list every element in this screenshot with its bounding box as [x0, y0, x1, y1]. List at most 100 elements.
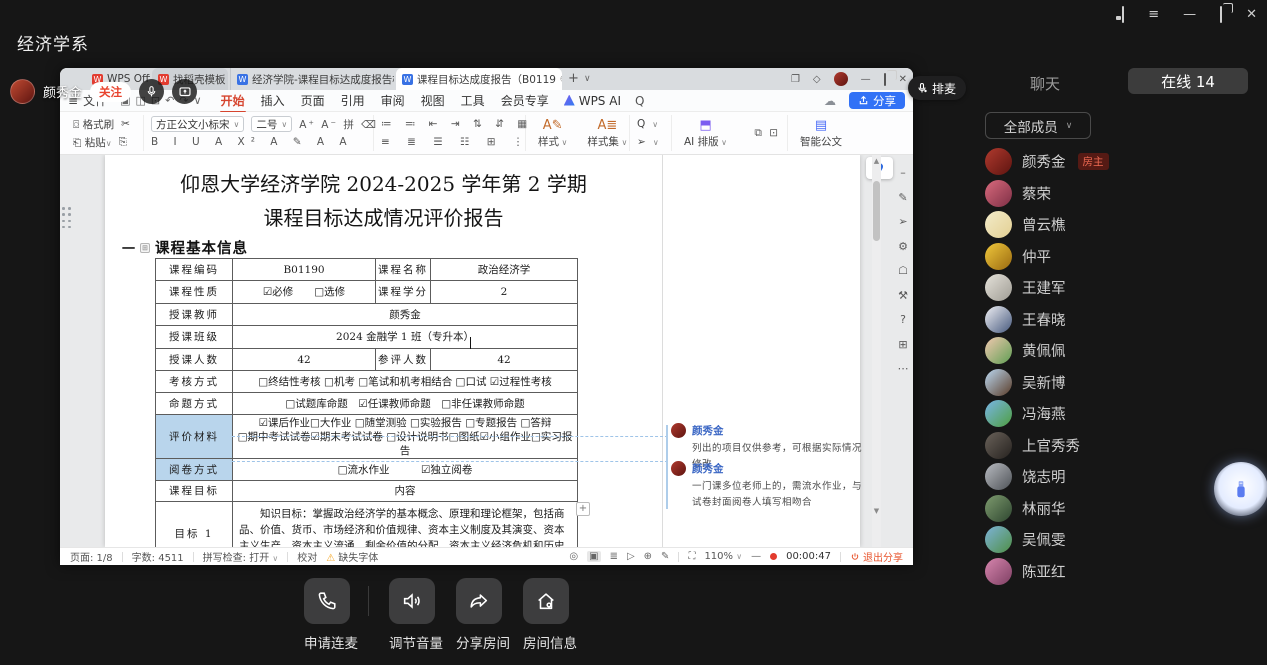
mic-button[interactable]: [139, 79, 164, 104]
comment-block[interactable]: 颜秀金 一门课多位老师上的，需流水作业，与试卷封面阅卷人填写相吻合: [671, 461, 861, 511]
side-rail-icon[interactable]: ?: [900, 314, 906, 326]
wps-ai-menu[interactable]: WPS AI: [563, 92, 622, 110]
share-button[interactable]: 分享: [849, 92, 905, 109]
table-add-button[interactable]: +: [576, 502, 590, 516]
font-style-icons[interactable]: B I U A X² A ✎ A A: [151, 136, 353, 148]
member-row[interactable]: 上官秀秀: [975, 430, 1267, 462]
web-layout-icon[interactable]: ⊕: [644, 551, 652, 562]
table-cell[interactable]: 目标 1: [156, 502, 233, 547]
scrollbar-thumb[interactable]: [873, 181, 880, 241]
ribbon-tab[interactable]: 引用: [340, 90, 366, 111]
queue-mic-button[interactable]: 排麦: [908, 76, 966, 100]
side-rail-icon[interactable]: ✎: [898, 192, 907, 204]
wps-document-tab[interactable]: W 经济学院-课程目标达成度报告模版.d: [230, 68, 394, 90]
table-cell[interactable]: 课程学分: [376, 281, 431, 304]
table-cell[interactable]: 2: [431, 281, 578, 304]
zoom-level[interactable]: 110% ∨: [704, 551, 742, 562]
member-row[interactable]: 吴新博: [975, 367, 1267, 399]
tab-list-caret-icon[interactable]: ∨: [584, 74, 591, 84]
action-button[interactable]: 申请连麦: [304, 578, 350, 652]
ribbon-tab[interactable]: 开始: [220, 90, 246, 111]
document-canvas[interactable]: 仰恩大学经济学院 2024-2025 学年第 2 学期 课程目标达成情况评价报告…: [60, 155, 913, 547]
select-icon[interactable]: ➢: [637, 136, 646, 148]
table-cell[interactable]: 42: [233, 349, 376, 371]
menu-icon[interactable]: ≡: [1148, 6, 1159, 24]
format-painter-button[interactable]: ⌼ 格式刷: [73, 117, 114, 132]
table-cell[interactable]: ☑课后作业□大作业 □随堂测验 □实验报告 □专题报告 □答辩 □期中考试试卷☑…: [233, 415, 578, 459]
outline-collapse-icon[interactable]: ⊞: [140, 243, 150, 253]
table-cell[interactable]: 评价材料: [156, 415, 233, 459]
outline-view-icon[interactable]: ≣: [610, 551, 618, 562]
ribbon-tab[interactable]: 视图: [420, 90, 446, 111]
table-cell[interactable]: □流水作业 ☑独立阅卷: [233, 459, 578, 481]
ribbon-tab[interactable]: 页面: [300, 90, 326, 111]
table-cell[interactable]: 政治经济学: [431, 259, 578, 281]
side-rail-icon[interactable]: ⊞: [898, 339, 907, 351]
ribbon-tab[interactable]: 审阅: [380, 90, 406, 111]
wps-minimize-icon[interactable]: —: [861, 74, 871, 85]
paragraph-icons-row2[interactable]: ≡ ≣ ☰ ☷ ⊞ ⋮: [381, 136, 530, 148]
side-rail-icon[interactable]: ➢: [898, 216, 907, 228]
wps-close-icon[interactable]: ✕: [899, 74, 907, 85]
account-avatar[interactable]: [834, 72, 848, 86]
scroll-up-icon[interactable]: ▲: [872, 157, 881, 165]
eye-protect-icon[interactable]: ◎: [569, 551, 578, 562]
minimize-icon[interactable]: —: [1183, 6, 1196, 24]
screen-share-button[interactable]: [172, 79, 197, 104]
cloud-sync-icon[interactable]: ☁: [824, 94, 836, 108]
exit-share-button[interactable]: 退出分享: [850, 549, 903, 564]
member-row[interactable]: 陈亚红: [975, 556, 1267, 588]
copy-icon[interactable]: ⎘: [119, 136, 127, 149]
member-row[interactable]: 颜秀金 房主: [975, 146, 1267, 178]
workspace-icon[interactable]: ◇: [813, 74, 821, 85]
table-cell[interactable]: 课程目标: [156, 481, 233, 502]
search-icon[interactable]: Q: [635, 94, 644, 108]
follow-button[interactable]: 关注: [90, 82, 131, 102]
table-cell[interactable]: ☑必修 □选修: [233, 281, 376, 304]
word-count[interactable]: 字数: 4511: [132, 549, 184, 564]
member-row[interactable]: 仲平: [975, 241, 1267, 273]
tab-chat[interactable]: 聊天: [1005, 73, 1085, 94]
doc-scrollbar[interactable]: ▲ ▼: [872, 155, 881, 547]
mini-player-icon[interactable]: [1122, 6, 1124, 24]
close-icon[interactable]: ✕: [1246, 6, 1257, 24]
tab-online-members[interactable]: 在线 14: [1128, 68, 1248, 94]
find-icon[interactable]: Q: [637, 118, 645, 130]
table-cell[interactable]: 考核方式: [156, 371, 233, 393]
side-rail-icon[interactable]: ⚙: [898, 241, 908, 253]
tab-overview-icon[interactable]: ❐: [791, 74, 800, 85]
side-rail-icon[interactable]: –: [900, 167, 906, 179]
table-cell[interactable]: 内容: [233, 481, 578, 502]
table-cell[interactable]: 课程编码: [156, 259, 233, 281]
table-cell[interactable]: 授课教师: [156, 304, 233, 326]
table-cell[interactable]: 颜秀金: [233, 304, 578, 326]
overlay-drag-handle[interactable]: [62, 207, 72, 229]
missing-font-warning[interactable]: ⚠缺失字体: [326, 549, 378, 564]
table-cell[interactable]: □试题库命题 ☑任课教师命题 □非任课教师命题: [233, 393, 578, 415]
smart-doc-button[interactable]: ▤智能公文: [795, 118, 847, 149]
member-row[interactable]: 王建军: [975, 272, 1267, 304]
styles-button[interactable]: A✎样式 ∨: [533, 118, 572, 149]
spellcheck-toggle[interactable]: 拼写检查: 打开 ∨: [203, 549, 279, 564]
host-avatar[interactable]: [10, 79, 35, 104]
table-cell[interactable]: 授课人数: [156, 349, 233, 371]
table-cell[interactable]: 命题方式: [156, 393, 233, 415]
side-rail-icon[interactable]: ☖: [898, 265, 908, 277]
font-size-select[interactable]: 二号∨: [251, 116, 292, 132]
zoom-out-icon[interactable]: —: [751, 551, 761, 562]
ribbon-tab[interactable]: 插入: [260, 90, 286, 111]
table-cell[interactable]: 2024 金融学 1 班（专升本）: [233, 326, 578, 349]
usb-device-float-button[interactable]: [1214, 462, 1267, 516]
table-cell[interactable]: 课程名称: [376, 259, 431, 281]
table-cell[interactable]: 授课班级: [156, 326, 233, 349]
member-row[interactable]: 曾云樵: [975, 209, 1267, 241]
table-cell[interactable]: 课程性质: [156, 281, 233, 304]
ai-typeset-button[interactable]: ⬒AI 排版 ∨: [679, 118, 732, 149]
member-row[interactable]: 蔡荣: [975, 178, 1267, 210]
font-tools-icons[interactable]: A⁺ A⁻ 拼 ⌫: [299, 117, 378, 132]
member-row[interactable]: 吴佩雯: [975, 524, 1267, 556]
cut-icon[interactable]: ✂: [121, 118, 130, 130]
paragraph-icons-row1[interactable]: ≔ ≕ ⇤ ⇥ ⇅ ⇵ ▦: [381, 118, 532, 130]
page-view-icon[interactable]: ▣: [587, 551, 600, 562]
member-filter-dropdown[interactable]: 全部成员 ∨: [985, 112, 1091, 139]
